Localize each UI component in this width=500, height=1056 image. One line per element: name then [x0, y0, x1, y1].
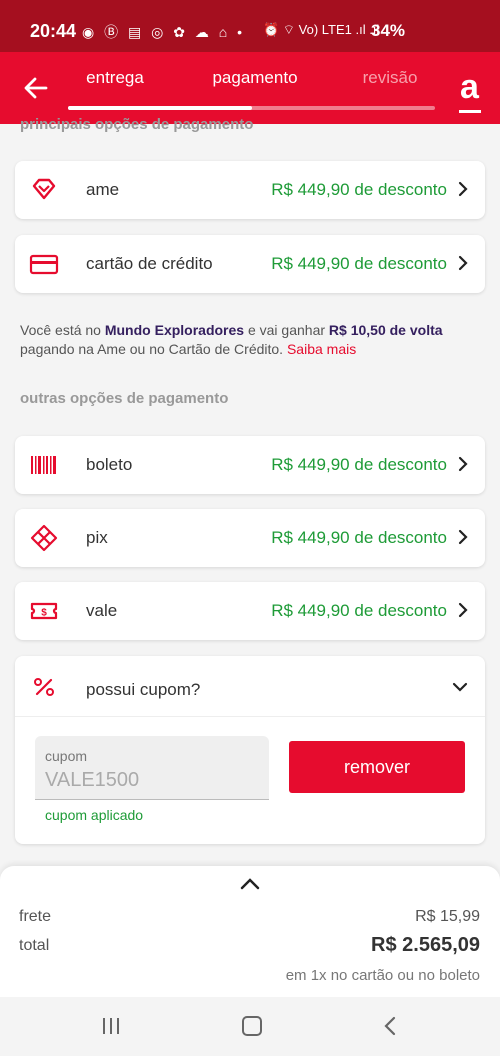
- payment-option-discount: R$ 449,90 de desconto: [271, 180, 447, 199]
- pix-icon: [30, 524, 58, 552]
- coupon-input-label: cupom: [45, 748, 88, 764]
- chevron-right-icon: [458, 529, 468, 545]
- chevron-right-icon: [458, 602, 468, 618]
- system-status-icons: ⏰ ⌔ Vo) LTE1 .ıl .ıl: [263, 22, 380, 37]
- coupon-title: possui cupom?: [86, 680, 201, 699]
- coupon-input[interactable]: cupom VALE1500: [35, 736, 269, 800]
- cashback-text: e vai ganhar: [244, 322, 329, 338]
- tab-revisao[interactable]: revisão: [350, 68, 430, 88]
- payment-option-label: vale: [86, 601, 118, 620]
- main-options-heading: principais opções de pagamento: [20, 116, 254, 133]
- chevron-right-icon: [458, 456, 468, 472]
- payment-option-label: pix: [86, 528, 108, 547]
- coupon-applied-message: cupom aplicado: [45, 807, 144, 823]
- checkout-progress-fill: [68, 106, 252, 110]
- brand-logo-underline: [459, 110, 481, 113]
- status-time: 20:44: [30, 21, 77, 41]
- back-arrow-icon[interactable]: [22, 74, 50, 102]
- checkout-progress: [68, 106, 435, 110]
- total-label: total: [19, 937, 50, 954]
- notification-icons: ◉ Ⓑ ▤ ◎ ✿ ☁ ⌂ •: [82, 24, 245, 40]
- coupon-panel: possui cupom? cupom VALE1500 cupom aplic…: [15, 656, 485, 844]
- nav-back-icon[interactable]: [382, 1016, 398, 1036]
- learn-more-link[interactable]: Saiba mais: [287, 341, 356, 357]
- brand-logo: a: [460, 68, 479, 106]
- payment-option-label: cartão de crédito: [86, 254, 213, 273]
- heart-icon: [32, 178, 56, 200]
- system-nav-bar: [0, 997, 500, 1056]
- voucher-icon: $: [30, 602, 58, 620]
- other-options-heading: outras opções de pagamento: [20, 390, 229, 407]
- remove-coupon-button[interactable]: remover: [289, 741, 465, 793]
- cashback-text: pagando na Ame ou no Cartão de Crédito.: [20, 341, 287, 357]
- tab-entrega[interactable]: entrega: [70, 68, 160, 88]
- credit-card-icon: [29, 254, 59, 275]
- payment-option-label: ame: [86, 180, 120, 199]
- payment-option-discount: R$ 449,90 de desconto: [271, 254, 447, 273]
- chevron-down-icon: [452, 682, 468, 692]
- payment-option-boleto[interactable]: boleto R$ 449,90 de desconto: [15, 436, 485, 494]
- payment-option-discount: R$ 449,90 de desconto: [271, 601, 447, 620]
- payment-option-discount: R$ 449,90 de desconto: [271, 528, 447, 547]
- status-bar: 20:44 ◉ Ⓑ ▤ ◎ ✿ ☁ ⌂ • ⏰ ⌔ Vo) LTE1 .ıl .…: [0, 0, 500, 52]
- program-name: Mundo Exploradores: [104, 322, 245, 338]
- home-icon[interactable]: [242, 1016, 262, 1036]
- tab-pagamento[interactable]: pagamento: [200, 68, 310, 88]
- chevron-right-icon: [458, 255, 468, 271]
- total-value: R$ 2.565,09: [371, 934, 480, 956]
- chevron-up-icon[interactable]: [239, 876, 261, 892]
- payment-option-credit-card[interactable]: cartão de crédito R$ 449,90 de desconto: [15, 235, 485, 293]
- cashback-amount: R$ 10,50 de volta: [328, 322, 443, 338]
- svg-text:$: $: [41, 608, 47, 619]
- coupon-input-value: VALE1500: [45, 769, 140, 791]
- payment-note: em 1x no cartão ou no boleto: [285, 967, 480, 984]
- payment-option-discount: R$ 449,90 de desconto: [271, 455, 447, 474]
- barcode-icon: [31, 456, 56, 474]
- chevron-right-icon: [458, 181, 468, 197]
- shipping-value: R$ 15,99: [415, 908, 480, 925]
- cashback-text: Você está no: [20, 322, 105, 338]
- checkout-header: entrega pagamento revisão a: [0, 52, 500, 124]
- coupon-toggle[interactable]: possui cupom?: [15, 656, 485, 716]
- payment-option-vale[interactable]: $ vale R$ 449,90 de desconto: [15, 582, 485, 640]
- payment-option-label: boleto: [86, 455, 133, 474]
- shipping-label: frete: [19, 908, 52, 925]
- recent-apps-icon[interactable]: [101, 1017, 121, 1035]
- payment-option-pix[interactable]: pix R$ 449,90 de desconto: [15, 509, 485, 567]
- divider: [15, 716, 485, 717]
- payment-option-ame[interactable]: ame R$ 449,90 de desconto: [15, 161, 485, 219]
- order-summary: frete R$ 15,99 total R$ 2.565,09 em 1x n…: [0, 866, 500, 997]
- cashback-info: Você está no Mundo Exploradores e vai ga…: [20, 321, 480, 359]
- percent-icon: [34, 678, 54, 696]
- battery-level: 34%: [371, 21, 406, 40]
